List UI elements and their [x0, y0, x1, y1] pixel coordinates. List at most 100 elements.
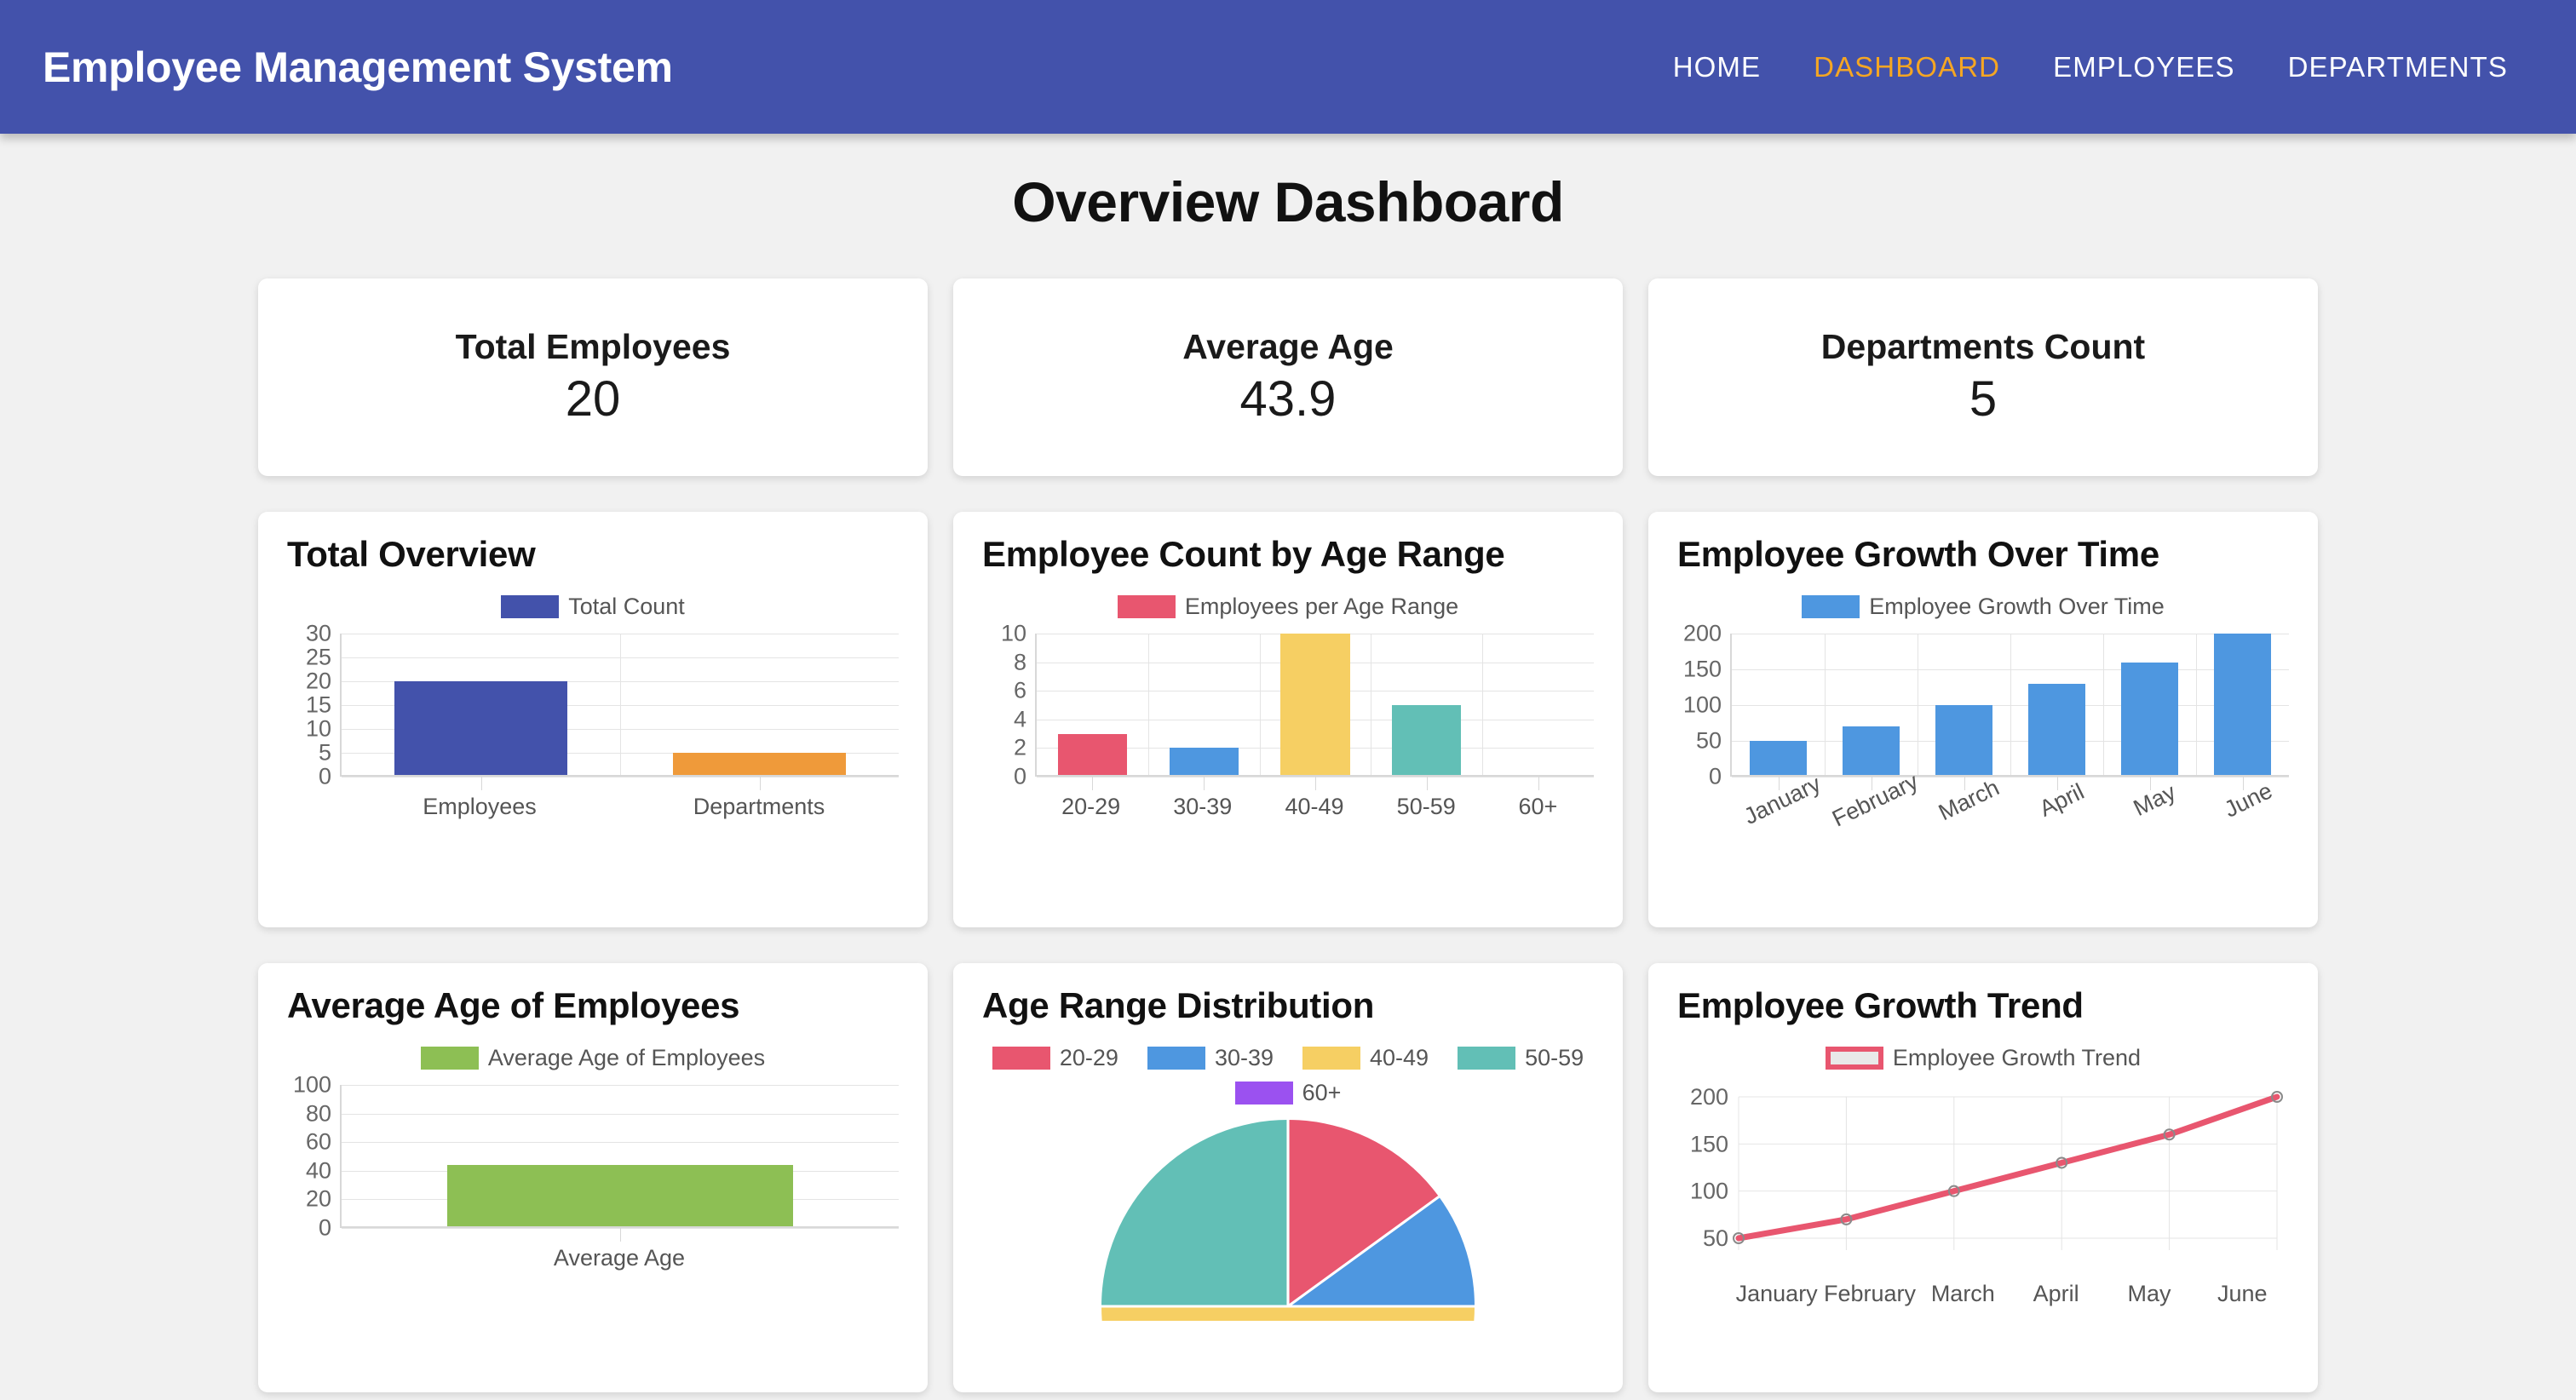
y-axis-tick-label: 0: [318, 1214, 331, 1241]
legend-item[interactable]: 60+: [1234, 1080, 1341, 1106]
stat-card-departments-count: Departments Count 5: [1648, 278, 2318, 476]
legend-label: 50-59: [1525, 1045, 1584, 1070]
legend-label: Average Age of Employees: [487, 1045, 766, 1070]
legend-label: Total Count: [568, 594, 685, 619]
bar-series: [1732, 634, 2289, 777]
chart-title: Age Range Distribution: [982, 985, 1375, 1025]
x-axis-labels: Employees Departments: [340, 794, 899, 820]
bar[interactable]: [1749, 741, 1808, 777]
bar-slot: [1371, 634, 1482, 777]
bar-slot: [1482, 634, 1594, 777]
y-axis-tick-label: 100: [292, 1071, 331, 1098]
bar-series: [1037, 634, 1594, 777]
legend-item[interactable]: 40-49: [1302, 1045, 1429, 1071]
chart-title: Employee Growth Over Time: [1677, 534, 2159, 574]
stat-value: 43.9: [1239, 371, 1337, 427]
stat-value: 20: [565, 371, 621, 427]
legend-item[interactable]: Employees per Age Range: [1117, 594, 1459, 620]
x-axis-tickmarks: [342, 777, 899, 790]
stat-value: 5: [1969, 371, 1998, 427]
bar-slot: [620, 634, 899, 777]
chart-legend: Average Age of Employees: [287, 1045, 899, 1071]
x-axis-tick-label: Departments: [693, 794, 825, 819]
bar-slot: [1260, 634, 1371, 777]
x-axis-tick-label: April: [2033, 1281, 2079, 1306]
stat-label: Total Employees: [455, 327, 731, 366]
line-series: [1735, 1093, 2280, 1242]
legend-swatch: [1302, 1047, 1360, 1070]
y-axis: 0 2 4 6 8 10: [982, 621, 1035, 789]
bar[interactable]: [1280, 634, 1350, 777]
app-brand-title: Employee Management System: [43, 43, 673, 91]
bar[interactable]: [2213, 634, 2272, 777]
legend-item[interactable]: Employee Growth Over Time: [1802, 594, 2165, 620]
plot-area: [1035, 634, 1594, 790]
chart-card-total-overview: Total Overview Total Count 0 5 10 15 20 25 30 …: [258, 512, 928, 927]
y-axis-tick-label: 20: [305, 668, 331, 694]
y-axis-tick-label: 150: [1690, 1131, 1728, 1156]
nav-link-dashboard[interactable]: DASHBOARD: [1814, 51, 2000, 83]
nav-link-home[interactable]: HOME: [1673, 51, 1761, 83]
bar[interactable]: [1842, 726, 1900, 777]
bar[interactable]: [2027, 683, 2086, 777]
page-title: Overview Dashboard: [1012, 170, 1564, 233]
x-axis-tick-label: 20-29: [1061, 794, 1121, 819]
legend-label: Employee Growth Over Time: [1869, 594, 2165, 619]
y-axis: 0 5 10 15 20 25 30: [287, 621, 340, 789]
nav-link-employees[interactable]: EMPLOYEES: [2053, 51, 2234, 83]
bar-chart-average-age: 0 20 40 60 80 100: [287, 1072, 899, 1242]
y-axis-tick-label: 0: [318, 763, 331, 789]
x-axis-tick-label: 40-49: [1285, 794, 1344, 819]
legend-swatch: [420, 1047, 479, 1070]
bar[interactable]: [673, 753, 846, 777]
bar[interactable]: [2120, 662, 2179, 777]
bar-slot: [2196, 634, 2289, 777]
stat-card-average-age: Average Age 43.9: [953, 278, 1623, 476]
legend-swatch: [1117, 595, 1176, 618]
y-axis-tick-label: 60: [305, 1128, 331, 1155]
bar[interactable]: [1935, 705, 1993, 777]
bar-slot: [1037, 634, 1148, 777]
chart-title: Employee Growth Trend: [1677, 985, 2084, 1025]
y-axis-tick-label: 0: [1708, 763, 1722, 789]
x-axis-labels: January February March April May June: [1730, 1281, 2289, 1307]
bar[interactable]: [1057, 733, 1127, 777]
x-axis-labels: 20-29 30-39 40-49 50-59 60+: [1035, 794, 1594, 820]
bar[interactable]: [1169, 748, 1239, 777]
chart-card-average-age-bar: Average Age of Employees Average Age of …: [258, 963, 928, 1392]
y-axis-tick-label: 50: [1703, 1225, 1728, 1251]
bar-series: [342, 634, 899, 777]
dashboard-grid: Total Employees 20 Average Age 43.9 Depa…: [0, 278, 2576, 1392]
y-axis-tick-label: 200: [1690, 1085, 1728, 1110]
legend-label: 30-39: [1214, 1045, 1274, 1070]
legend-item[interactable]: Average Age of Employees: [420, 1045, 766, 1071]
stat-label: Departments Count: [1820, 327, 2146, 366]
plot-area: [340, 634, 899, 790]
legend-swatch: [1802, 595, 1860, 618]
x-axis-tick-label: May: [2127, 1281, 2171, 1306]
stat-card-total-employees: Total Employees 20: [258, 278, 928, 476]
bar[interactable]: [394, 681, 567, 777]
chart-card-age-range-bar: Employee Count by Age Range Employees pe…: [953, 512, 1623, 927]
legend-item[interactable]: 20-29: [992, 1045, 1118, 1071]
bar[interactable]: [447, 1165, 793, 1228]
legend-label: Employees per Age Range: [1184, 594, 1459, 619]
bar-slot: [342, 634, 620, 777]
nav-link-departments[interactable]: DEPARTMENTS: [2288, 51, 2508, 83]
legend-item[interactable]: Total Count: [501, 594, 685, 620]
pie-chart-wrapper: [982, 1120, 1594, 1321]
legend-item[interactable]: 50-59: [1458, 1045, 1584, 1071]
legend-item[interactable]: Employee Growth Trend: [1825, 1045, 2141, 1071]
legend-swatch: [1234, 1082, 1293, 1105]
legend-swatch: [501, 595, 560, 618]
bar-slot: [342, 1085, 899, 1228]
legend-item[interactable]: 30-39: [1147, 1045, 1274, 1071]
y-axis-tick-label: 6: [1013, 677, 1026, 703]
bar-chart-total-overview: 0 5 10 15 20 25 30: [287, 621, 899, 790]
bar[interactable]: [1392, 705, 1462, 777]
bar-slot: [1732, 634, 1825, 777]
dashboard-page: Overview Dashboard Total Employees 20 Av…: [0, 134, 2576, 1392]
x-axis-labels: Average Age: [340, 1245, 899, 1271]
y-axis-tick-label: 100: [1682, 691, 1722, 718]
y-axis-tick-label: 30: [305, 620, 331, 646]
